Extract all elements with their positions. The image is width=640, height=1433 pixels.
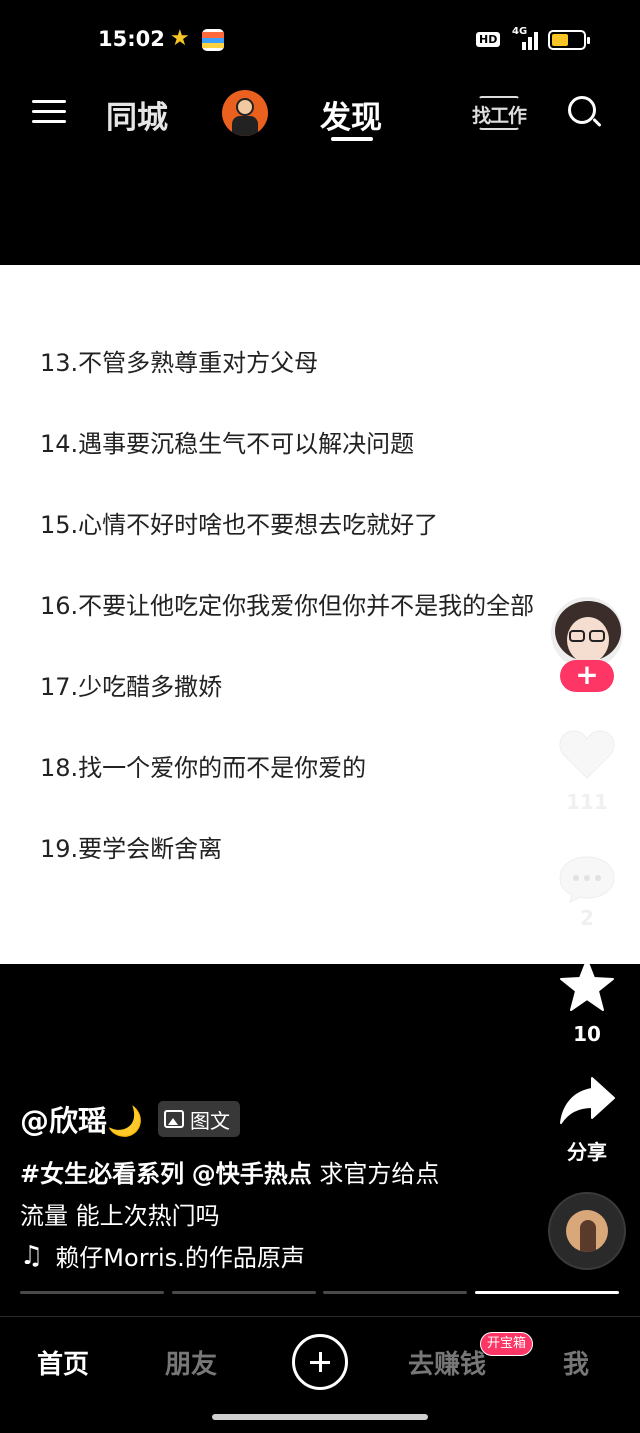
caption-line-2: 流量 能上次热门吗 bbox=[20, 1202, 220, 1230]
battery-icon bbox=[548, 30, 590, 50]
caption-text: 求官方给点 bbox=[311, 1160, 440, 1188]
music-note-icon: ♫ bbox=[20, 1240, 44, 1271]
user-avatar-icon[interactable] bbox=[222, 90, 268, 136]
signal-icon: 4G bbox=[512, 26, 542, 50]
list-item: 14.遇事要沉稳生气不可以解决问题 bbox=[40, 430, 415, 458]
share-arrow-icon[interactable] bbox=[558, 1076, 616, 1126]
moon-emoji: 🌙 bbox=[107, 1104, 144, 1138]
share-label: 分享 bbox=[567, 1140, 607, 1164]
list-item: 17.少吃醋多撒娇 bbox=[40, 673, 223, 701]
comment-icon[interactable] bbox=[558, 854, 616, 904]
comment-count: 2 bbox=[580, 906, 594, 930]
network-label: 4G bbox=[512, 26, 528, 37]
find-job-icon[interactable]: 找工作 bbox=[472, 96, 528, 132]
post-image-card[interactable]: 13.不管多熟尊重对方父母 14.遇事要沉稳生气不可以解决问题 15.心情不好时… bbox=[0, 265, 640, 964]
tab-active-indicator bbox=[331, 137, 373, 141]
nav-home[interactable]: 首页 bbox=[37, 1344, 89, 1381]
status-bar: 15:02 ★ HD 4G bbox=[0, 0, 640, 80]
image-icon bbox=[164, 1110, 184, 1128]
nav-me[interactable]: 我 bbox=[563, 1344, 589, 1381]
tab-city[interactable]: 同城 bbox=[106, 92, 168, 137]
caption: #女生必看系列 @快手热点 求官方给点 bbox=[20, 1154, 490, 1189]
music-info[interactable]: ♫ 赖仔Morris.的作品原声 bbox=[20, 1238, 305, 1273]
home-indicator[interactable] bbox=[212, 1414, 428, 1420]
list-item: 18.找一个爱你的而不是你爱的 bbox=[40, 754, 367, 782]
author-name[interactable]: @欣瑶🌙 bbox=[20, 1098, 143, 1140]
post-type-badge: 图文 bbox=[158, 1101, 240, 1137]
music-disc-icon[interactable] bbox=[548, 1192, 626, 1270]
nav-friends[interactable]: 朋友 bbox=[165, 1344, 217, 1381]
menu-icon[interactable] bbox=[32, 97, 66, 127]
search-icon[interactable] bbox=[566, 94, 602, 130]
like-count: 111 bbox=[566, 790, 608, 814]
list-item: 16.不要让他吃定你我爱你但你并不是我的全部 bbox=[40, 592, 535, 620]
progress-segment bbox=[20, 1291, 164, 1294]
progress-segment bbox=[172, 1291, 316, 1294]
music-title: 赖仔Morris.的作品原声 bbox=[55, 1244, 305, 1272]
star-favorite-icon[interactable] bbox=[558, 958, 616, 1014]
post-type-label: 图文 bbox=[190, 1108, 230, 1133]
treasure-badge[interactable]: 开宝箱 bbox=[480, 1332, 534, 1356]
mention-link[interactable]: @快手热点 bbox=[192, 1160, 312, 1188]
star-icon: ★ bbox=[170, 26, 190, 51]
nav-earn[interactable]: 去赚钱 bbox=[408, 1344, 486, 1381]
progress-segment bbox=[323, 1291, 467, 1294]
app-notification-icon bbox=[202, 29, 224, 51]
progress-segment-active bbox=[475, 1291, 619, 1294]
follow-button[interactable]: + bbox=[560, 660, 614, 692]
top-nav: 同城 发现 找工作 bbox=[0, 80, 640, 150]
create-post-button[interactable] bbox=[292, 1334, 348, 1390]
divider bbox=[0, 1316, 640, 1317]
list-item: 15.心情不好时啥也不要想去吃就好了 bbox=[40, 511, 439, 539]
list-item: 13.不管多熟尊重对方父母 bbox=[40, 349, 319, 377]
hashtag-link[interactable]: #女生必看系列 bbox=[20, 1160, 184, 1188]
find-job-label: 找工作 bbox=[472, 105, 527, 127]
hd-icon: HD bbox=[476, 32, 501, 47]
tab-discover[interactable]: 发现 bbox=[320, 92, 382, 137]
status-time: 15:02 bbox=[98, 27, 165, 51]
favorite-count: 10 bbox=[573, 1022, 601, 1046]
heart-icon[interactable] bbox=[558, 728, 616, 780]
list-item: 19.要学会断舍离 bbox=[40, 835, 223, 863]
